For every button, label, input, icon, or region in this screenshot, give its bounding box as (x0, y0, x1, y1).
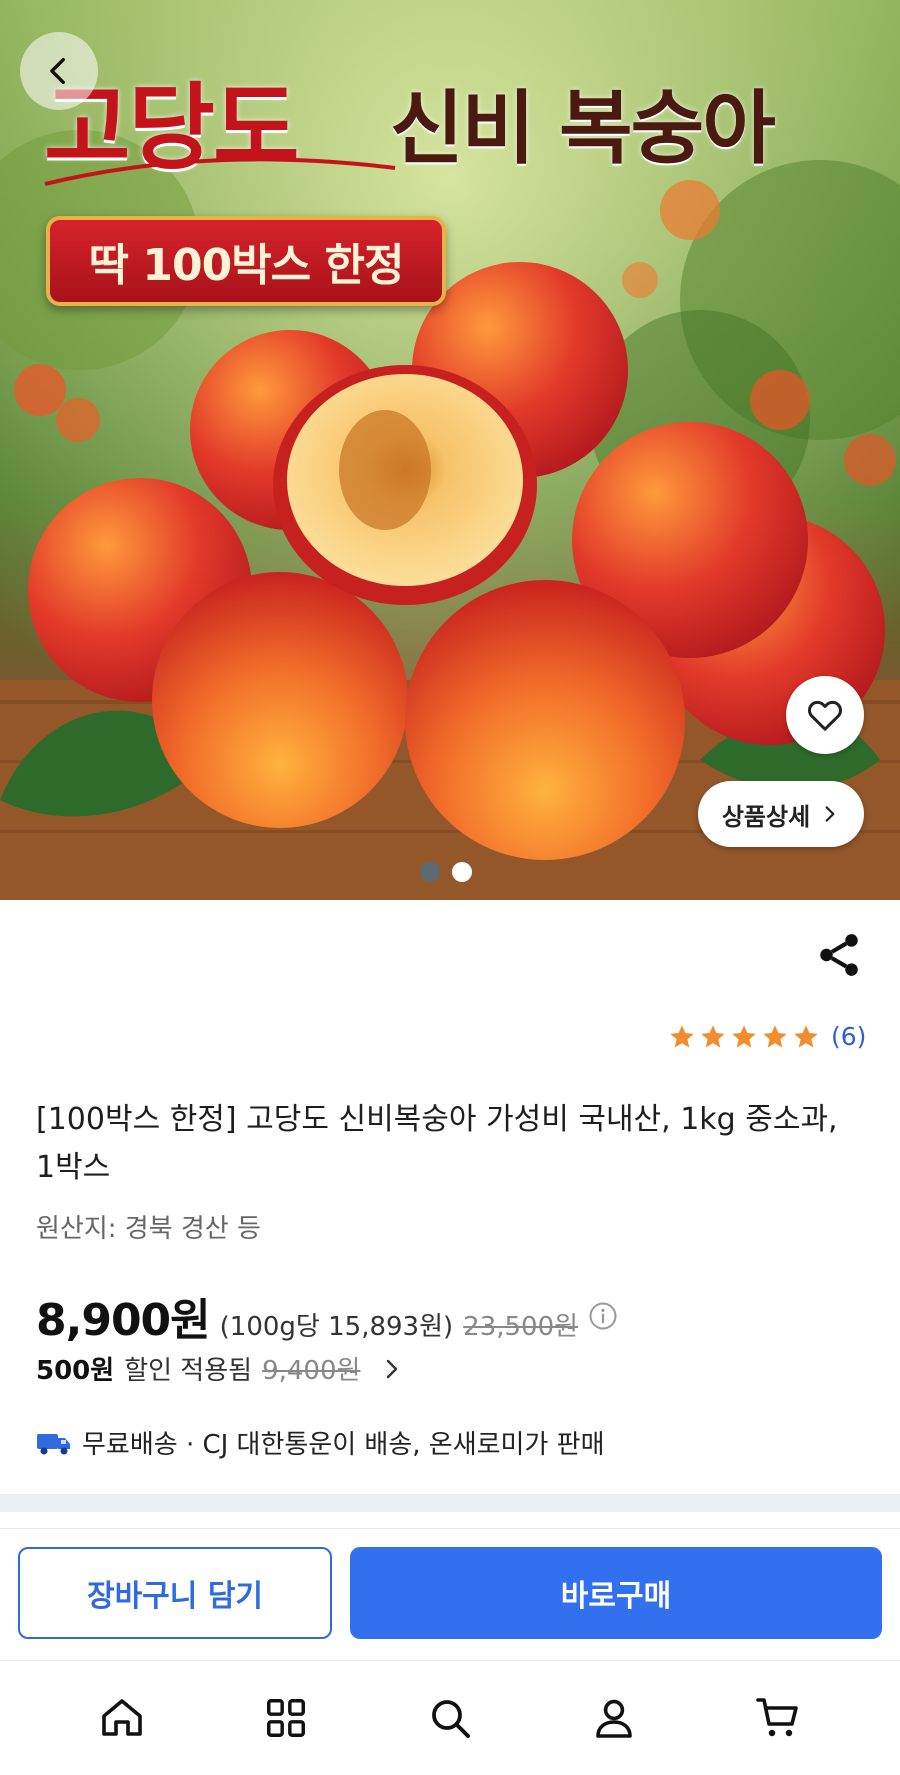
delivery-truck-icon (37, 1433, 70, 1454)
add-to-cart-label: 장바구니 담기 (86, 1579, 264, 1614)
carousel-indicator (420, 862, 472, 882)
profile-icon (596, 1699, 632, 1738)
limited-badge-text: 딱 100박스 한정 (88, 240, 405, 291)
shipping-text: 무료배송 · CJ 대한통운이 배송, 온새로미가 판매 (82, 1430, 605, 1460)
price-row: 8,900원 (100g당 15,893원) 23,500원 (36, 1284, 618, 1348)
product-hero-image[interactable]: 고당도 신비 복숭아 딱 100박스 한정 상품상세 (0, 0, 900, 900)
chevron-right-icon (387, 1359, 398, 1378)
product-title: [100박스 한정] 고당도 신비복숭아 가성비 국내산, 1kg 중소과, 1… (36, 1102, 838, 1185)
discount-original-price: 9,400원 (262, 1356, 361, 1386)
shipping-info: 무료배송 · CJ 대한통운이 배송, 온새로미가 판매 (36, 1424, 605, 1461)
discount-label: 할인 적용됨 (124, 1356, 253, 1386)
chevron-right-icon (825, 806, 835, 822)
nav-cart[interactable] (748, 1688, 808, 1748)
star-icon (732, 1024, 756, 1047)
add-to-cart-button[interactable]: 장바구니 담기 (18, 1547, 332, 1639)
info-icon[interactable] (588, 1301, 618, 1331)
review-count[interactable]: (6) (831, 1022, 866, 1051)
heart-icon (808, 700, 842, 731)
buy-now-label: 바로구매 (560, 1579, 672, 1614)
purchase-actions: 장바구니 담기 바로구매 (0, 1528, 900, 1658)
search-icon (432, 1700, 470, 1738)
limited-badge: 딱 100박스 한정 (46, 216, 446, 306)
star-icon (794, 1024, 818, 1047)
discount-amount: 500원 (36, 1356, 115, 1386)
rating[interactable]: (6) (668, 1022, 866, 1051)
chevron-left-icon (50, 57, 65, 85)
nav-profile[interactable] (584, 1688, 644, 1748)
carousel-dot[interactable] (420, 862, 440, 882)
discount-row[interactable]: 500원 할인 적용됨 9,400원 (36, 1350, 404, 1387)
home-icon (102, 1699, 142, 1736)
sale-price: 8,900원 (36, 1295, 211, 1346)
original-price: 23,500원 (463, 1312, 579, 1342)
category-grid-icon (267, 1699, 305, 1737)
bottom-navigation (0, 1660, 900, 1775)
share-icon[interactable] (814, 930, 864, 980)
star-icon (701, 1024, 725, 1047)
buy-now-button[interactable]: 바로구매 (350, 1547, 882, 1639)
nav-category[interactable] (256, 1688, 316, 1748)
product-origin: 원산지: 경북 경산 등 (36, 1214, 261, 1244)
carousel-dot[interactable] (452, 862, 472, 882)
star-icon (763, 1024, 787, 1047)
nav-search[interactable] (420, 1688, 480, 1748)
back-button[interactable] (20, 32, 98, 110)
section-divider (0, 1494, 900, 1512)
hero-title-sub: 신비 복숭아 (390, 81, 776, 175)
title-swoosh (44, 157, 396, 186)
product-detail-label: 상품상세 (721, 802, 811, 831)
unit-price: (100g당 15,893원) (219, 1312, 454, 1342)
nav-home[interactable] (92, 1688, 152, 1748)
cart-icon (756, 1698, 798, 1737)
product-detail-button[interactable]: 상품상세 (698, 781, 864, 847)
wishlist-button[interactable] (786, 676, 864, 754)
star-icon (670, 1024, 694, 1047)
